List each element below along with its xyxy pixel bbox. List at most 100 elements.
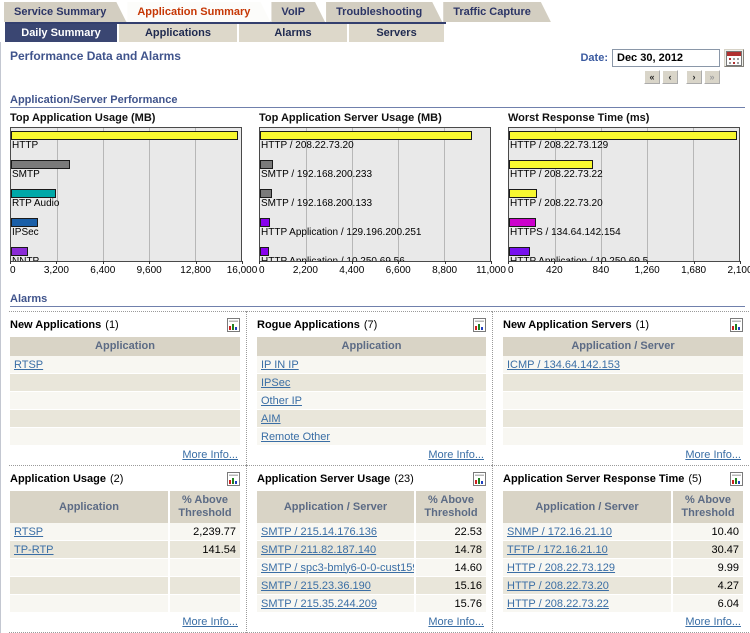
date-nav-last-button[interactable]: » bbox=[704, 70, 720, 84]
subtab-daily-summary[interactable]: Daily Summary bbox=[5, 24, 119, 42]
link-icmp-134-64-142-153[interactable]: ICMP / 134.64.142.153 bbox=[507, 359, 620, 371]
date-nav-first-button[interactable]: « bbox=[644, 70, 660, 84]
panel-count: (1) bbox=[636, 319, 649, 331]
link-snmp-172-16-21-10[interactable]: SNMP / 172.16.21.10 bbox=[507, 526, 612, 538]
link-http-208-22-73-22[interactable]: HTTP / 208.22.73.22 bbox=[507, 598, 609, 610]
tick-mark bbox=[56, 261, 57, 264]
report-icon[interactable] bbox=[473, 472, 486, 486]
more-info-link[interactable]: More Info... bbox=[182, 449, 238, 461]
panel-count: (7) bbox=[364, 319, 377, 331]
link-rtsp[interactable]: RTSP bbox=[14, 359, 43, 371]
tick-mark bbox=[554, 261, 555, 264]
cell-application: ICMP / 134.64.142.153 bbox=[503, 356, 743, 374]
alarm-table: Application / Server% Above Threshold SNM… bbox=[503, 491, 743, 613]
date-nav-prev-button[interactable]: ‹ bbox=[662, 70, 678, 84]
bar-group: HTTP / 208.22.73.129 bbox=[509, 128, 739, 157]
link-smtp-215-14-176-136[interactable]: SMTP / 215.14.176.136 bbox=[261, 526, 377, 538]
link-rtsp[interactable]: RTSP bbox=[14, 526, 43, 538]
report-icon[interactable] bbox=[473, 318, 486, 332]
bar-smtp-192-168-200-233[interactable] bbox=[260, 160, 273, 169]
cell-threshold-value bbox=[169, 595, 240, 613]
link-other-ip[interactable]: Other IP bbox=[261, 395, 302, 407]
bar-http-208-22-73-20[interactable] bbox=[509, 189, 537, 198]
report-icon-glyph bbox=[730, 318, 743, 332]
date-nav: «‹ ›» bbox=[580, 70, 744, 84]
bar-http-208-22-73-22[interactable] bbox=[509, 160, 593, 169]
bar-http-208-22-73-129[interactable] bbox=[509, 131, 737, 140]
bar-label: HTTP / 208.22.73.20 bbox=[260, 140, 490, 152]
report-icon[interactable] bbox=[227, 472, 240, 486]
link-aim[interactable]: AIM bbox=[261, 413, 281, 425]
panel-title: Application Server Response Time bbox=[503, 473, 684, 485]
cell-application bbox=[10, 577, 169, 595]
more-info-link[interactable]: More Info... bbox=[685, 449, 741, 461]
table-row: AIM bbox=[257, 410, 486, 428]
table-header-row: Application / Server% Above Threshold bbox=[503, 491, 743, 523]
more-info-link[interactable]: More Info... bbox=[428, 449, 484, 461]
more-info-link[interactable]: More Info... bbox=[428, 616, 484, 628]
subtab-applications[interactable]: Applications bbox=[119, 24, 239, 42]
subtab-servers[interactable]: Servers bbox=[349, 24, 446, 42]
date-nav-next-button[interactable]: › bbox=[686, 70, 702, 84]
tab-application-summary[interactable]: Application Summary bbox=[127, 2, 270, 22]
table-row bbox=[10, 374, 240, 392]
cell-application bbox=[10, 559, 169, 577]
tab-voip[interactable]: VoIP bbox=[271, 2, 325, 22]
panel-title: Application Server Usage bbox=[257, 473, 390, 485]
tick-mark bbox=[647, 261, 648, 264]
link-smtp-215-35-244-209[interactable]: SMTP / 215.35.244.209 bbox=[261, 598, 377, 610]
page-title: Performance Data and Alarms bbox=[10, 49, 181, 63]
report-icon[interactable] bbox=[730, 472, 743, 486]
bar-smtp[interactable] bbox=[11, 160, 70, 169]
table-header-row: Application / Server% Above Threshold bbox=[257, 491, 486, 523]
x-tick-label: 0 bbox=[10, 265, 16, 276]
subtab-alarms[interactable]: Alarms bbox=[239, 24, 349, 42]
chart-title: Worst Response Time (ms) bbox=[508, 112, 740, 127]
bar-nntp[interactable] bbox=[11, 247, 28, 256]
cell-threshold-value: 9.99 bbox=[672, 559, 743, 577]
cell-application: RTSP bbox=[10, 523, 169, 541]
x-tick-label: 840 bbox=[592, 265, 609, 276]
bar-smtp-192-168-200-133[interactable] bbox=[260, 189, 272, 198]
bar-http-208-22-73-20[interactable] bbox=[260, 131, 472, 140]
report-icon[interactable] bbox=[227, 318, 240, 332]
report-icon[interactable] bbox=[730, 318, 743, 332]
tab-traffic-capture[interactable]: Traffic Capture bbox=[443, 2, 551, 22]
bar-http[interactable] bbox=[11, 131, 238, 140]
tab-service-summary[interactable]: Service Summary bbox=[4, 2, 126, 22]
link-ipsec[interactable]: IPSec bbox=[261, 377, 290, 389]
link-remote-other[interactable]: Remote Other bbox=[261, 431, 330, 443]
link-smtp-spc3-bmly6-0-0-cust159[interactable]: SMTP / spc3-bmly6-0-0-cust159... bbox=[261, 562, 415, 574]
table-row: IPSec bbox=[257, 374, 486, 392]
link-tp-rtp[interactable]: TP-RTP bbox=[14, 544, 54, 556]
link-http-208-22-73-20[interactable]: HTTP / 208.22.73.20 bbox=[507, 580, 609, 592]
more-info-link[interactable]: More Info... bbox=[182, 616, 238, 628]
bar-https-134-64-142-154[interactable] bbox=[509, 218, 536, 227]
bar-ipsec[interactable] bbox=[11, 218, 38, 227]
table-row: RTSP2,239.77 bbox=[10, 523, 240, 541]
table-row: SMTP / 215.23.36.19015.16 bbox=[257, 577, 486, 595]
bar-label: HTTP / 208.22.73.129 bbox=[509, 140, 739, 152]
link-tftp-172-16-21-10[interactable]: TFTP / 172.16.21.10 bbox=[507, 544, 608, 556]
tick-mark bbox=[10, 261, 11, 264]
bar-http-application-10-250-69-56[interactable] bbox=[260, 247, 269, 256]
column-header-application: Application bbox=[257, 337, 486, 356]
tick-mark bbox=[508, 261, 509, 264]
table-row: IP IN IP bbox=[257, 356, 486, 374]
bar-rtp-audio[interactable] bbox=[11, 189, 56, 198]
link-ip-in-ip[interactable]: IP IN IP bbox=[261, 359, 299, 371]
link-smtp-211-82-187-140[interactable]: SMTP / 211.82.187.140 bbox=[261, 544, 376, 556]
bar-http-application-10-250-69-5[interactable] bbox=[509, 247, 530, 256]
column-header-application-server: Application / Server bbox=[503, 491, 672, 523]
more-info-link[interactable]: More Info... bbox=[685, 616, 741, 628]
cell-application: RTSP bbox=[10, 356, 240, 374]
cell-application: SMTP / 215.35.244.209 bbox=[257, 595, 415, 613]
date-input[interactable] bbox=[612, 49, 720, 67]
calendar-icon[interactable] bbox=[724, 49, 744, 67]
link-smtp-215-23-36-190[interactable]: SMTP / 215.23.36.190 bbox=[261, 580, 371, 592]
tab-troubleshooting[interactable]: Troubleshooting bbox=[326, 2, 442, 22]
panel-count: (23) bbox=[394, 473, 414, 485]
table-header-row: Application% Above Threshold bbox=[10, 491, 240, 523]
bar-http-application-129-196-200-251[interactable] bbox=[260, 218, 270, 227]
link-http-208-22-73-129[interactable]: HTTP / 208.22.73.129 bbox=[507, 562, 615, 574]
